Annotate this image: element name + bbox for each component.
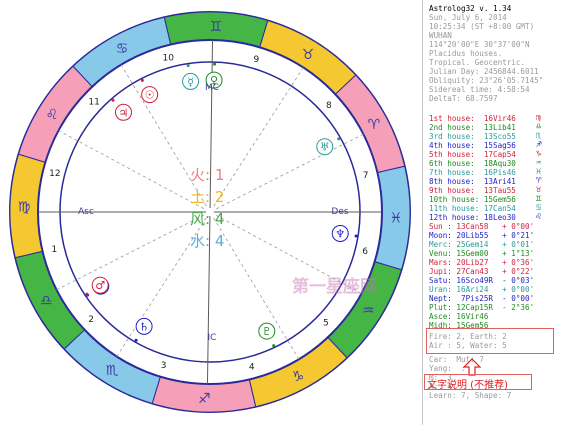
planet-icon: ♂ <box>95 279 105 292</box>
watermark: 第一星座网 <box>292 277 377 297</box>
house-row: 9th house: 13Tau55 <box>429 186 516 195</box>
house-number: 5 <box>323 318 329 328</box>
house-number: 1 <box>52 245 58 255</box>
planet-row: Satu: 16Sco49R - 0°03' <box>429 276 535 285</box>
house-row: 10th house: 15Gem56 <box>429 195 516 204</box>
zodiac-sign-icon: ♉ <box>302 47 315 63</box>
info-line: Placidus houses. <box>429 49 503 58</box>
element-summary-line1: Fire: 2, Earth: 2 <box>429 332 507 341</box>
house-row: 1st house: 16Vir46 <box>429 114 516 123</box>
planet-icon: ☿ <box>187 75 194 88</box>
zodiac-sign-icon: ♓ <box>390 211 403 227</box>
house-row: 12th house: 18Leo30 <box>429 213 516 222</box>
planet-row: Venu: 15Gem00 + 1°13' <box>429 249 535 258</box>
house-number: 11 <box>88 98 99 108</box>
house-row: 4th house: 15Sag56 <box>429 141 516 150</box>
planet-dot <box>134 338 138 342</box>
house-number: 10 <box>162 54 174 64</box>
astrology-chart-wheel: ♈♉♊♋♌♍♎♏♐♑♒♓ 123456789101112 ☉☽☿♀♂♃♄♅♆♇ … <box>9 11 411 413</box>
mode-line: Learn: 7, Shape: 7 <box>429 391 521 400</box>
zodiac-sign-icon: ♊ <box>209 19 222 35</box>
planet-icon: ♆ <box>335 227 345 240</box>
info-line: Sidereal time: 4:58:54 <box>429 85 530 94</box>
planet-row: Plut: 12Cap15R - 2°36' <box>429 303 535 312</box>
angle-label-des: Des <box>331 207 348 217</box>
element-count: 风: 4 <box>190 210 224 228</box>
info-line: 10:25:34 (ST +8:00 GMT) <box>429 22 535 31</box>
planet-row: Moon: 20Lib55 + 0°21' <box>429 231 535 240</box>
info-line: WUHAN <box>429 31 452 40</box>
planet-dot <box>140 78 144 82</box>
house-number: 4 <box>249 362 255 372</box>
planet-icon: ♃ <box>119 106 129 119</box>
zodiac-sign-icon: ♈ <box>368 117 381 133</box>
planet-row: Uran: 16Ari24 + 0°00' <box>429 285 535 294</box>
planet-icon: ☉ <box>145 89 155 102</box>
house-row: 5th house: 17Cap54 <box>429 150 516 159</box>
house-row: 7th house: 16Pis46 <box>429 168 516 177</box>
house-row: 2nd house: 13Lib41 <box>429 123 516 132</box>
zodiac-sign-icon: ♎ <box>40 293 53 309</box>
zodiac-sign-icon: ♑ <box>292 369 305 385</box>
house-number: 12 <box>49 169 60 179</box>
house-number: 8 <box>326 101 332 111</box>
planet-dot <box>111 98 115 102</box>
element-count: 火: 1 <box>190 166 224 184</box>
house-row: 6th house: 18Aqu30 <box>429 159 516 168</box>
house-number: 3 <box>161 361 167 371</box>
angle-label-asc: Asc <box>78 207 94 217</box>
house-row: 11th house: 17Can54 <box>429 204 516 213</box>
angle-label-ic: IC <box>208 333 217 343</box>
house-number: 9 <box>253 55 259 65</box>
house-number: 6 <box>362 247 368 257</box>
info-line: DeltaT: 68.7597 <box>429 94 498 103</box>
zodiac-sign-icon: ♏ <box>106 363 119 379</box>
planet-dot <box>213 62 217 66</box>
element-count: 水: 4 <box>190 232 224 250</box>
house-row: 3rd house: 13Sco55 <box>429 132 516 141</box>
house-row: 8th house: 13Ari41 <box>429 177 516 186</box>
planet-row: Mars: 20Lib27 + 0°36' <box>429 258 535 267</box>
info-line: 114°20'00"E 30°37'00"N <box>429 40 530 49</box>
planet-icon: ♅ <box>320 141 330 154</box>
angle-label-mc: MC <box>205 83 219 93</box>
element-count: 土: 2 <box>190 188 224 206</box>
info-line: Astrolog32 v. 1.34 <box>429 4 512 13</box>
info-line: Sun, July 6, 2014 <box>429 13 507 22</box>
zodiac-sign-icon: ♍ <box>18 199 31 215</box>
house-sign-icon: ♌ <box>536 212 542 222</box>
planet-dot <box>85 292 89 296</box>
planet-icon: ♄ <box>139 320 149 333</box>
note-text: 文字说明 (不推荐) <box>427 380 508 391</box>
info-line: Tropical. Geocentric. <box>429 58 526 67</box>
info-line: Julian Day: 2456844.6011 <box>429 67 539 76</box>
planet-row: Nept: 7Pis25R - 0°00' <box>429 294 535 303</box>
element-summary-line2: Air : 5, Water: 5 <box>429 341 507 350</box>
mode-line: Yang: : <box>429 364 466 373</box>
zodiac-sign-icon: ♒ <box>362 303 375 319</box>
info-line: Obliquity: 23°26'05.7145" <box>429 76 544 85</box>
planet-dot <box>186 64 190 68</box>
house-number: 7 <box>363 171 369 181</box>
zodiac-sign-icon: ♐ <box>198 391 211 407</box>
zodiac-sign-icon: ♋ <box>116 41 129 57</box>
planet-dot <box>337 137 341 141</box>
house-number: 2 <box>88 315 94 325</box>
planet-row: Sun : 13Can58 + 0°00' <box>429 222 535 231</box>
planet-row: Merc: 25Gem14 + 0°01' <box>429 240 535 249</box>
planet-dot <box>354 234 358 238</box>
planet-dot <box>272 344 276 348</box>
planet-row: Jupi: 27Can43 + 0°22' <box>429 267 535 276</box>
planet-icon: ♇ <box>262 325 272 338</box>
planet-row: Asce: 16Vir46 <box>429 312 503 321</box>
zodiac-sign-icon: ♌ <box>46 107 59 123</box>
